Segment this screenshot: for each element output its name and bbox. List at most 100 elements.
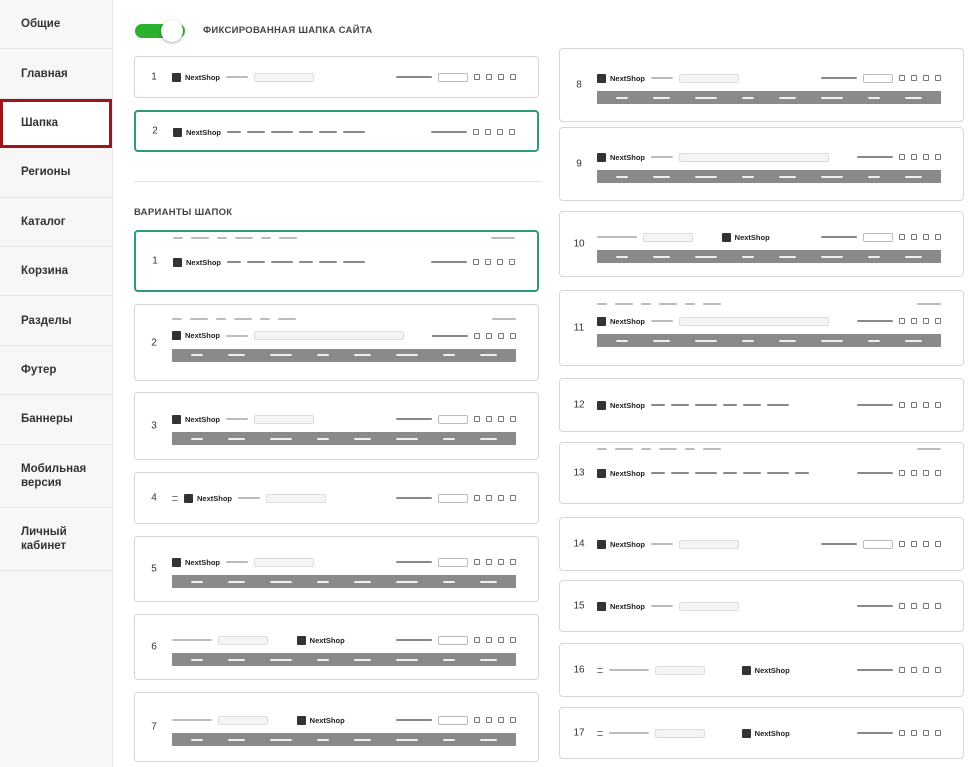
- header-variant-10[interactable]: 10 NextShop: [559, 211, 964, 277]
- header-variant-1[interactable]: 1 NextShop: [134, 230, 539, 292]
- preview-search: [679, 73, 740, 83]
- logo-icon: [721, 232, 731, 242]
- preview-logo-text: NextShop: [185, 72, 221, 82]
- header-variant-16[interactable]: 16 NextShop: [559, 643, 964, 697]
- preview-action-icon: [474, 416, 480, 422]
- header-variant-15[interactable]: 15 NextShop: [559, 580, 964, 632]
- sidebar-item-header[interactable]: Шапка: [0, 98, 112, 149]
- preview-top-link: [703, 448, 721, 450]
- preview-action-icon: [899, 154, 905, 160]
- preview-nav-item: [269, 354, 292, 356]
- preview-phone: [821, 77, 857, 79]
- preview-action-icon: [923, 470, 929, 476]
- preview-top-link: [492, 317, 516, 320]
- preview-logo: NextShop: [597, 601, 645, 611]
- sidebar-item-banners[interactable]: Баннеры: [0, 395, 112, 445]
- preview-action-icon: [473, 637, 480, 643]
- fixed-header-toggle[interactable]: [135, 20, 187, 42]
- preview-logo-text: NextShop: [734, 232, 770, 242]
- preview-main-row: NextShop: [597, 232, 941, 242]
- fixed-header-option-2[interactable]: 2 NextShop: [134, 110, 539, 152]
- preview-nav-item: [396, 437, 419, 440]
- preview-search: [218, 715, 268, 725]
- sidebar-item-general[interactable]: Общие: [0, 0, 112, 50]
- header-preview: NextShop: [597, 291, 941, 365]
- preview-nav-item: [779, 96, 797, 99]
- preview-menu-item: [343, 131, 366, 133]
- preview-nav-item: [868, 255, 881, 258]
- preview-action-icon: [509, 129, 515, 135]
- header-variant-12[interactable]: 12 NextShop: [559, 378, 964, 432]
- header-variant-3[interactable]: 3 NextShop: [134, 392, 539, 460]
- header-variant-17[interactable]: 17 NextShop: [559, 707, 964, 759]
- sidebar-item-mobile[interactable]: Мобильная версия: [0, 445, 112, 508]
- preview-nav-item: [480, 354, 498, 356]
- preview-action-icon: [911, 402, 917, 408]
- preview-nav-item: [354, 354, 372, 356]
- preview-top-link: [685, 303, 695, 305]
- header-variant-13[interactable]: 13 NextShop: [559, 442, 964, 504]
- preview-logo: NextShop: [173, 127, 222, 137]
- preview-phone: [856, 732, 893, 734]
- preview-action-icon: [934, 730, 941, 736]
- header-variant-14[interactable]: 14 NextShop: [559, 517, 964, 571]
- header-variant-4[interactable]: 4 NextShop: [134, 472, 539, 524]
- sidebar-item-sections[interactable]: Разделы: [0, 296, 112, 346]
- preview-search: [655, 665, 705, 675]
- header-variant-6[interactable]: 6 NextShop: [134, 614, 539, 680]
- preview-nav-bar: [172, 733, 516, 746]
- burger-icon: [597, 667, 603, 673]
- header-variant-11[interactable]: 11 NextShop: [559, 290, 964, 366]
- preview-nav-item: [316, 580, 329, 583]
- fixed-header-option-1[interactable]: 1 NextShop: [134, 56, 539, 98]
- variant-number: 11: [573, 322, 585, 334]
- preview-logo-text: NextShop: [185, 557, 221, 567]
- header-preview: NextShop: [597, 212, 941, 276]
- preview-logo-text: NextShop: [610, 73, 646, 83]
- header-variant-2[interactable]: 2 NextShop: [134, 304, 539, 381]
- preview-logo: NextShop: [173, 257, 221, 267]
- preview-nav-item: [354, 580, 372, 583]
- preview-action-icon: [486, 495, 492, 501]
- preview-action-icon: [899, 603, 905, 609]
- preview-callback-button: [438, 493, 468, 503]
- header-variant-8[interactable]: 8 NextShop: [559, 48, 964, 122]
- sidebar-item-catalog[interactable]: Каталог: [0, 198, 112, 247]
- preview-nav-item: [396, 658, 419, 661]
- preview-action-icon: [911, 75, 917, 81]
- preview-logo: NextShop: [597, 316, 645, 326]
- sidebar-item-account[interactable]: Личный кабинет: [0, 508, 112, 571]
- preview-nav-bar: [597, 334, 941, 347]
- preview-phone: [857, 320, 893, 322]
- preview-main-row: NextShop: [172, 715, 516, 725]
- preview-nav-item: [741, 96, 754, 99]
- preview-menu-item: [247, 131, 266, 133]
- sidebar-item-cart[interactable]: Корзина: [0, 247, 112, 297]
- header-preview: NextShop: [597, 518, 941, 570]
- preview-action-icon: [911, 318, 917, 324]
- preview-logo-text: NextShop: [186, 127, 222, 137]
- preview-nav-item: [443, 738, 456, 741]
- logo-icon: [173, 257, 182, 267]
- sidebar-item-regions[interactable]: Регионы: [0, 148, 112, 198]
- preview-nav-item: [227, 437, 245, 440]
- preview-logo: NextShop: [172, 557, 221, 567]
- header-variant-7[interactable]: 7 NextShop: [134, 692, 539, 762]
- preview-action-icon: [474, 74, 480, 80]
- preview-nav-item: [227, 354, 245, 356]
- variant-number: 14: [573, 538, 585, 550]
- header-variant-9[interactable]: 9 NextShop: [559, 127, 964, 201]
- preview-nav-item: [779, 255, 797, 258]
- header-variant-5[interactable]: 5 NextShop: [134, 536, 539, 602]
- sidebar-item-footer[interactable]: Футер: [0, 346, 112, 396]
- preview-menu-item: [319, 261, 338, 263]
- preview-nav-item: [443, 437, 456, 440]
- preview-search: [679, 152, 830, 162]
- sidebar-item-main[interactable]: Главная: [0, 49, 112, 99]
- preview-contacts: [597, 236, 637, 238]
- preview-main-row: NextShop: [597, 400, 941, 410]
- preview-nav-item: [868, 175, 881, 178]
- preview-top-link: [172, 317, 182, 320]
- variant-number: 13: [573, 467, 585, 479]
- variant-number: 1: [151, 71, 157, 83]
